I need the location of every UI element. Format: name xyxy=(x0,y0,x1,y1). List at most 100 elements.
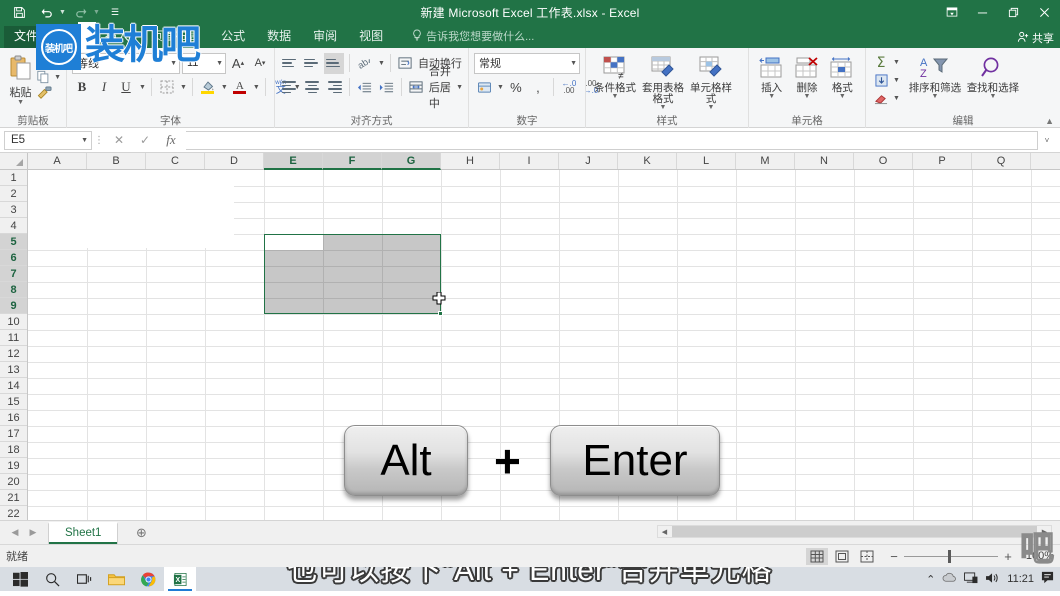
column-header-N[interactable]: N xyxy=(795,153,854,169)
font-color-dropdown-icon[interactable]: ▼ xyxy=(252,84,260,91)
align-middle-button[interactable] xyxy=(302,53,322,74)
insert-cells-dropdown-icon[interactable]: ▼ xyxy=(768,94,775,100)
minimize-button[interactable] xyxy=(967,0,998,24)
copy-button[interactable]: ▼ xyxy=(36,70,61,84)
row-header-10[interactable]: 10 xyxy=(0,314,27,330)
confirm-entry-button[interactable]: ✓ xyxy=(132,131,158,150)
autosum-button[interactable]: Σ ▼ xyxy=(871,54,900,71)
delete-cells-dropdown-icon[interactable]: ▼ xyxy=(804,94,811,100)
paste-dropdown-icon[interactable]: ▼ xyxy=(17,100,24,106)
wrap-text-button[interactable] xyxy=(396,53,416,74)
comma-style-button[interactable]: , xyxy=(528,77,548,98)
orientation-button[interactable]: ab xyxy=(355,53,375,74)
formula-input[interactable] xyxy=(186,131,1038,150)
onedrive-icon[interactable] xyxy=(942,572,957,586)
sheet-tab-sheet1[interactable]: Sheet1 xyxy=(48,522,118,544)
conditional-formatting-dropdown-icon[interactable]: ▼ xyxy=(612,94,619,100)
close-button[interactable] xyxy=(1029,0,1060,24)
row-header-20[interactable]: 20 xyxy=(0,474,27,490)
format-as-table-dropdown-icon[interactable]: ▼ xyxy=(660,105,667,111)
row-header-14[interactable]: 14 xyxy=(0,378,27,394)
zoom-out-button[interactable]: − xyxy=(889,549,899,564)
sort-filter-button[interactable]: A Z 排序和筛选 ▼ xyxy=(906,51,964,100)
row-header-7[interactable]: 7 xyxy=(0,266,27,282)
column-header-J[interactable]: J xyxy=(559,153,618,169)
align-left-button[interactable] xyxy=(280,77,300,98)
underline-dropdown-icon[interactable]: ▼ xyxy=(138,84,146,91)
page-layout-view-button[interactable] xyxy=(831,548,853,565)
copy-dropdown-icon[interactable]: ▼ xyxy=(53,74,61,81)
insert-function-button[interactable]: fx xyxy=(158,131,184,150)
task-view-icon[interactable] xyxy=(68,567,100,591)
tab-review[interactable]: 审阅 xyxy=(302,26,348,48)
column-header-G[interactable]: G xyxy=(382,153,441,170)
increase-indent-button[interactable] xyxy=(376,77,396,98)
zoom-slider-thumb[interactable] xyxy=(948,550,951,563)
column-header-E[interactable]: E xyxy=(264,153,323,170)
clear-dropdown-icon[interactable]: ▼ xyxy=(892,95,900,102)
fill-handle[interactable] xyxy=(438,311,443,316)
file-explorer-icon[interactable] xyxy=(100,567,132,591)
find-select-button[interactable]: 查找和选择 ▼ xyxy=(964,51,1022,100)
bold-button[interactable]: B xyxy=(72,77,92,98)
cells-area[interactable]: Alt + Enter xyxy=(28,170,1060,520)
add-sheet-button[interactable]: ⊕ xyxy=(132,525,150,541)
decrease-indent-button[interactable] xyxy=(354,77,374,98)
borders-dropdown-icon[interactable]: ▼ xyxy=(179,84,187,91)
sort-filter-dropdown-icon[interactable]: ▼ xyxy=(931,94,938,100)
row-header-15[interactable]: 15 xyxy=(0,394,27,410)
zoom-in-button[interactable]: + xyxy=(1003,549,1013,564)
row-header-18[interactable]: 18 xyxy=(0,442,27,458)
column-header-Q[interactable]: Q xyxy=(972,153,1031,169)
restore-button[interactable] xyxy=(998,0,1029,24)
cell-styles-dropdown-icon[interactable]: ▼ xyxy=(708,105,715,111)
row-header-17[interactable]: 17 xyxy=(0,426,27,442)
row-header-3[interactable]: 3 xyxy=(0,202,27,218)
zoom-slider[interactable] xyxy=(904,556,998,557)
column-header-I[interactable]: I xyxy=(500,153,559,169)
row-header-16[interactable]: 16 xyxy=(0,410,27,426)
row-header-11[interactable]: 11 xyxy=(0,330,27,346)
ribbon-display-options-button[interactable] xyxy=(936,0,967,24)
cancel-entry-button[interactable]: ✕ xyxy=(106,131,132,150)
tab-formulas[interactable]: 公式 xyxy=(210,26,256,48)
row-header-5[interactable]: 5 xyxy=(0,234,27,250)
network-icon[interactable] xyxy=(964,572,978,587)
undo-icon[interactable] xyxy=(34,1,60,23)
fill-dropdown-icon[interactable]: ▼ xyxy=(892,77,900,84)
column-header-M[interactable]: M xyxy=(736,153,795,169)
excel-icon[interactable]: X xyxy=(164,567,196,591)
row-header-9[interactable]: 9 xyxy=(0,298,27,314)
horizontal-scrollbar[interactable]: ◀ ▶ xyxy=(657,525,1052,538)
notifications-icon[interactable] xyxy=(1041,571,1054,587)
fill-button[interactable]: ▼ xyxy=(871,72,900,89)
column-header-C[interactable]: C xyxy=(146,153,205,169)
underline-button[interactable]: U xyxy=(116,77,136,98)
cell-styles-button[interactable]: 单元格样式 ▼ xyxy=(687,51,735,111)
share-button[interactable]: 共享 xyxy=(1017,30,1054,46)
column-header-B[interactable]: B xyxy=(87,153,146,169)
number-format-combo[interactable]: 常规 ▼ xyxy=(474,53,580,74)
horizontal-scroll-thumb[interactable] xyxy=(672,526,1037,537)
volume-icon[interactable] xyxy=(985,572,1000,587)
column-header-K[interactable]: K xyxy=(618,153,677,169)
format-cells-dropdown-icon[interactable]: ▼ xyxy=(839,94,846,100)
prev-sheet-button[interactable]: ◀ xyxy=(6,527,24,538)
row-header-22[interactable]: 22 xyxy=(0,506,27,520)
fill-color-button[interactable] xyxy=(198,77,218,98)
row-header-4[interactable]: 4 xyxy=(0,218,27,234)
number-format-dropdown-icon[interactable]: ▼ xyxy=(564,60,577,67)
delete-cells-button[interactable]: 删除 ▼ xyxy=(789,51,824,100)
show-hidden-icons-button[interactable]: ⌃ xyxy=(926,573,935,586)
name-box-dropdown-icon[interactable]: ▼ xyxy=(80,137,88,144)
undo-dropdown-icon[interactable]: ▼ xyxy=(59,9,66,16)
merge-center-button[interactable] xyxy=(407,77,427,98)
format-as-table-button[interactable]: 套用表格格式 ▼ xyxy=(639,51,687,111)
font-size-dropdown-icon[interactable]: ▼ xyxy=(210,60,223,67)
customize-qat-icon[interactable]: ☰ xyxy=(102,1,128,23)
insert-cells-button[interactable]: 插入 ▼ xyxy=(754,51,789,100)
row-header-21[interactable]: 21 xyxy=(0,490,27,506)
collapse-ribbon-button[interactable]: ▲ xyxy=(1045,116,1054,126)
column-header-L[interactable]: L xyxy=(677,153,736,169)
paste-button[interactable]: 粘贴 ▼ xyxy=(5,51,36,106)
